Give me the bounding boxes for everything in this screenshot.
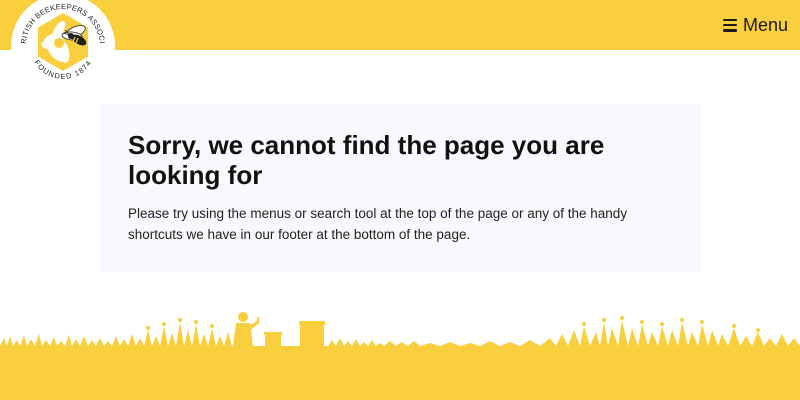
page: THE BRITISH BEEKEEPERS ASSOCIATION FOUND… — [0, 0, 800, 400]
error-message: Please try using the menus or search too… — [128, 206, 628, 242]
bbka-logo[interactable]: THE BRITISH BEEKEEPERS ASSOCIATION FOUND… — [9, 0, 117, 100]
page-title: Sorry, we cannot find the page you are l… — [128, 130, 605, 190]
hamburger-icon — [722, 18, 737, 32]
menu-button[interactable]: Menu — [722, 13, 788, 37]
footer-bar — [0, 354, 800, 400]
beekeeper-meadow-silhouette — [0, 312, 800, 356]
menu-label: Menu — [742, 15, 788, 35]
error-card: Sorry, we cannot find the page you are l… — [100, 104, 702, 272]
header-bar — [0, 0, 800, 50]
